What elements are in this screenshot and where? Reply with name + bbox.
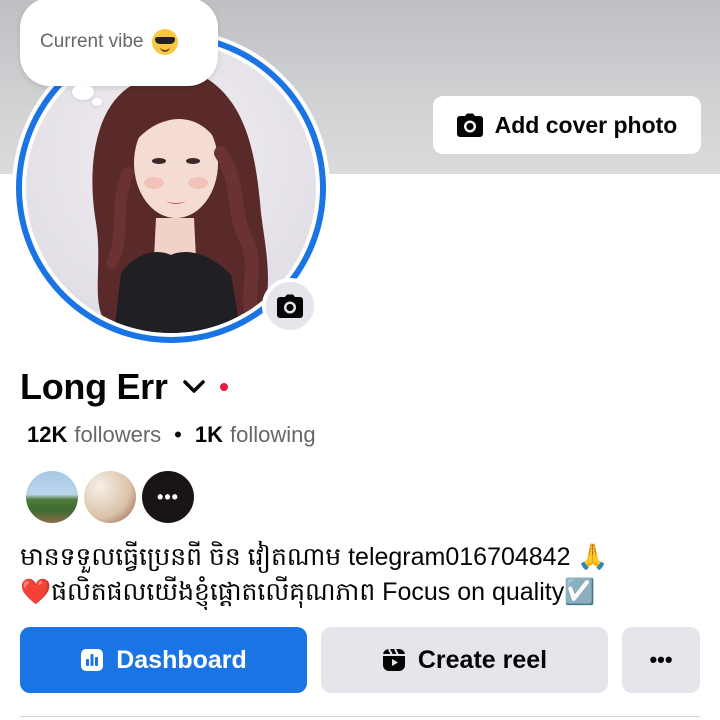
followers-count[interactable]: 12K xyxy=(27,422,67,448)
profile-actions: Dashboard Create reel ••• xyxy=(20,627,700,693)
sunglasses-emoji-icon xyxy=(151,29,178,55)
followers-label[interactable]: followers xyxy=(74,422,161,448)
friend-avatar[interactable] xyxy=(26,471,78,523)
add-cover-photo-label: Add cover photo xyxy=(494,111,678,138)
camera-icon xyxy=(277,294,303,318)
following-label[interactable]: following xyxy=(230,422,316,448)
following-count[interactable]: 1K xyxy=(195,422,223,448)
more-options-button[interactable]: ••• xyxy=(622,627,700,693)
friend-avatar[interactable] xyxy=(84,471,136,523)
chevron-down-icon[interactable] xyxy=(182,379,206,395)
thought-bubble-dot xyxy=(92,98,102,106)
camera-icon xyxy=(456,113,483,137)
stats-separator: • xyxy=(174,422,182,447)
create-reel-label: Create reel xyxy=(417,645,548,674)
divider xyxy=(20,716,700,717)
reel-icon xyxy=(382,648,405,671)
dashboard-icon xyxy=(81,649,104,671)
dashboard-label: Dashboard xyxy=(116,645,247,674)
add-cover-photo-button[interactable]: Add cover photo xyxy=(433,96,701,154)
follow-stats: 12K followers • 1K following xyxy=(27,422,316,448)
change-profile-picture-button[interactable] xyxy=(262,278,318,334)
bio-line: ❤️ផលិតផលយើងខ្ញុំផ្តោតលើគុណភាព Focus on q… xyxy=(20,578,596,606)
profile-name-row: Long Err xyxy=(20,366,228,408)
dashboard-button[interactable]: Dashboard xyxy=(20,627,307,693)
profile-name: Long Err xyxy=(20,366,168,407)
current-vibe-text: Current vibe xyxy=(40,31,144,52)
current-vibe-bubble[interactable]: Current vibe xyxy=(20,0,218,86)
create-reel-button[interactable]: Create reel xyxy=(321,627,608,693)
thought-bubble-dot xyxy=(72,84,94,100)
profile-bio: មានទទួលធ្វើប្រេនពី ចិន វៀតណាម telegram01… xyxy=(20,540,710,610)
notification-dot xyxy=(219,383,228,391)
friends-preview: ••• xyxy=(26,471,194,523)
bio-line: មានទទួលធ្វើប្រេនពី ចិន វៀតណាម telegram01… xyxy=(20,543,609,571)
more-friends-button[interactable]: ••• xyxy=(142,471,194,523)
